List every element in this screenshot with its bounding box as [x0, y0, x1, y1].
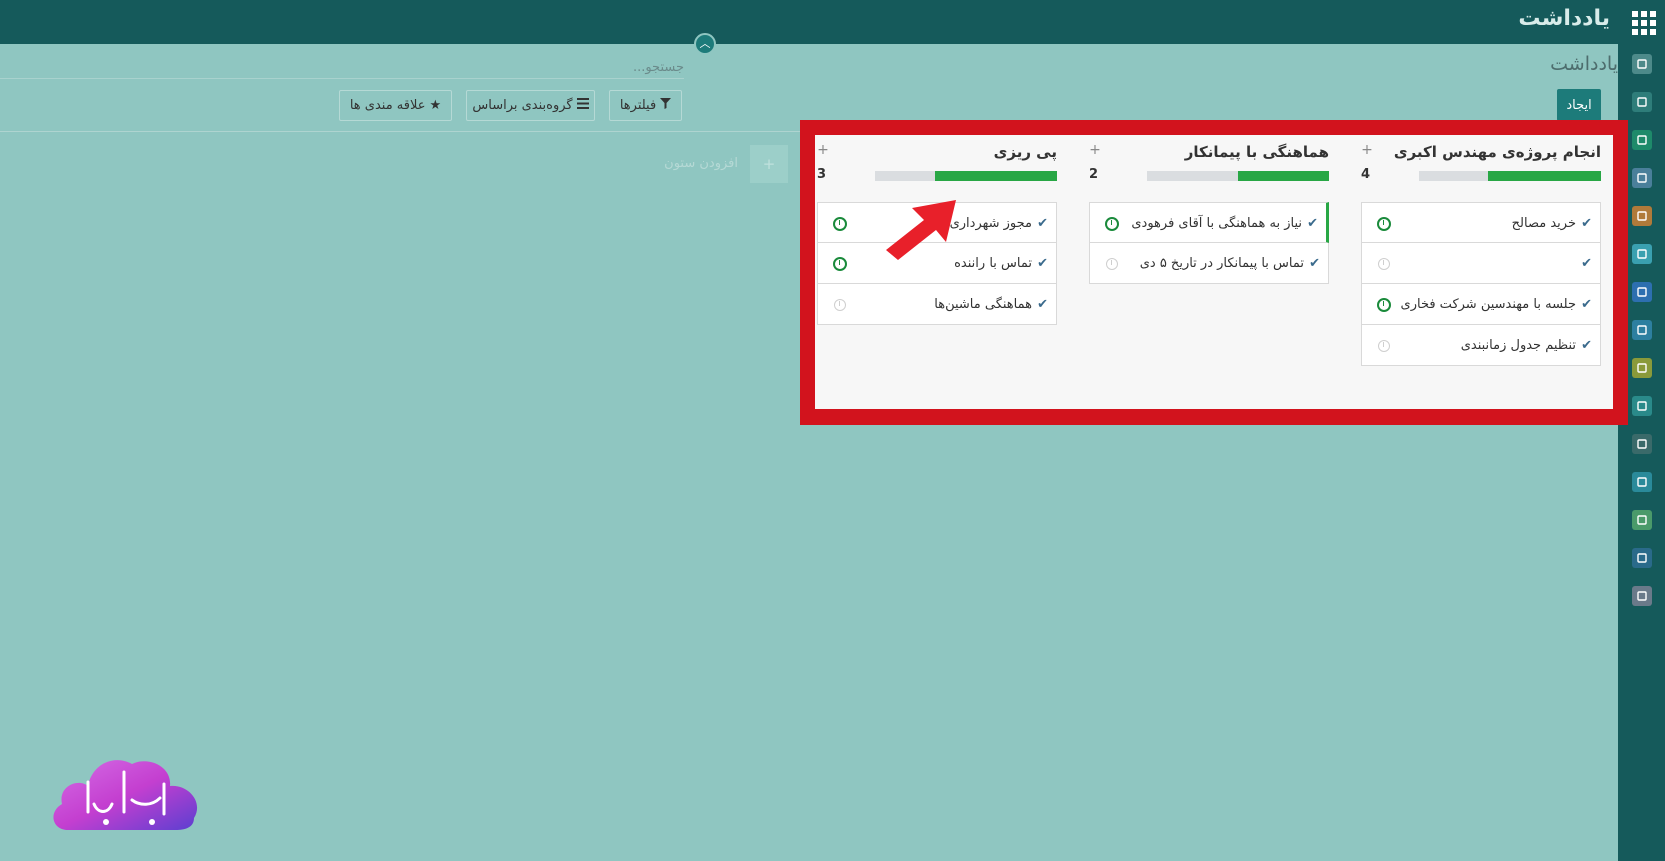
favorites-button[interactable]: ★ علاقه مندی ها	[339, 90, 452, 121]
column-count: 2	[1089, 167, 1099, 182]
favorites-label: علاقه مندی ها	[349, 98, 426, 113]
check-icon: ✔	[1037, 256, 1048, 271]
progress-fill	[1488, 171, 1601, 181]
pointer-arrow-icon	[886, 200, 956, 260]
card-list: ✔ نیاز به هماهنگی با آقای فرهودی ✔ تماس با …	[1089, 202, 1329, 284]
groupby-label: گروه‌بندی براساس	[472, 98, 573, 113]
filters-label: فیلترها	[619, 98, 657, 113]
card-title: جلسه با مهندسین شرکت فخاری	[1400, 297, 1576, 312]
website-icon[interactable]	[1632, 168, 1652, 188]
activity-clock-icon[interactable]	[1378, 340, 1390, 352]
kanban-card[interactable]: ✔ تنظیم جدول زمانبندی	[1361, 325, 1601, 366]
card-title: نیاز به هماهنگی با آقای فرهودی	[1131, 216, 1302, 231]
activity-clock-icon[interactable]	[1105, 217, 1119, 231]
search-input[interactable]	[0, 56, 684, 78]
card-title: تنظیم جدول زمانبندی	[1460, 338, 1576, 353]
kanban-card[interactable]: ✔ خرید مصالح	[1361, 202, 1601, 243]
activity-clock-icon[interactable]	[1106, 258, 1118, 270]
card-title: تماس با راننده	[954, 256, 1032, 271]
support-icon[interactable]	[1632, 244, 1652, 264]
card-title: مجوز شهرداری	[949, 216, 1032, 231]
search-underline	[0, 78, 684, 79]
list-icon[interactable]	[1632, 282, 1652, 302]
kanban-column: پی ریزی +3 ✔ مجوز شهرداری ✔ تماس با راننده ✔ هم…	[817, 135, 1057, 409]
column-progress-bar[interactable]	[875, 171, 1057, 181]
invoice-icon[interactable]	[1632, 358, 1652, 378]
timer-icon[interactable]	[1632, 434, 1652, 454]
kanban-card[interactable]: ✔ جلسه با مهندسین شرکت فخاری	[1361, 284, 1601, 325]
card-title: تماس با پیمانکار در تاریخ ۵ دی	[1139, 256, 1304, 271]
kanban-card[interactable]: ✔ تماس با پیمانکار در تاریخ ۵ دی	[1089, 243, 1329, 284]
add-column-button[interactable]: + افزودن ستون	[660, 145, 788, 183]
filters-button[interactable]: فیلترها	[609, 90, 682, 121]
kanban-board: انجام پروژه‌ی مهندس اکبری +4 ✔ خرید مصالح ✔ ✔…	[815, 135, 1613, 409]
kanban-card[interactable]: ✔ نیاز به هماهنگی با آقای فرهودی	[1089, 202, 1329, 243]
add-column-label: افزودن ستون	[664, 156, 738, 171]
quick-create-plus-icon[interactable]: +	[817, 142, 829, 158]
create-button[interactable]: ایجاد	[1557, 89, 1601, 121]
progress-fill	[935, 171, 1057, 181]
column-progress-bar[interactable]	[1147, 171, 1329, 181]
column-title[interactable]: هماهنگی با پیمانکار	[1185, 143, 1329, 161]
team-icon[interactable]	[1632, 472, 1652, 492]
column-count: 4	[1361, 167, 1371, 182]
activity-clock-icon[interactable]	[834, 299, 846, 311]
dashboard-icon[interactable]	[1632, 586, 1652, 606]
filter-icon	[660, 98, 672, 113]
activity-clock-icon[interactable]	[833, 217, 847, 231]
check-icon: ✔	[1037, 297, 1048, 312]
star-icon: ★	[429, 98, 442, 113]
documents-icon[interactable]	[1632, 320, 1652, 340]
activity-clock-icon[interactable]	[1378, 258, 1390, 270]
notes-icon[interactable]	[1632, 92, 1652, 112]
quick-create-plus-icon[interactable]: +	[1089, 142, 1101, 158]
progress-fill	[1238, 171, 1329, 181]
card-list: ✔ خرید مصالح ✔ ✔ جلسه با مهندسین شرکت فخاری ✔…	[1361, 202, 1601, 366]
contacts-icon[interactable]	[1632, 130, 1652, 150]
column-title[interactable]: پی ریزی	[994, 143, 1057, 161]
kanban-column: هماهنگی با پیمانکار +2 ✔ نیاز به هماهنگی با…	[1089, 135, 1329, 409]
apps-menu-icon[interactable]	[1631, 10, 1656, 35]
card-title: هماهنگی ماشین‌ها	[934, 297, 1032, 312]
payroll-icon[interactable]	[1632, 548, 1652, 568]
check-icon: ✔	[1581, 256, 1592, 271]
check-icon: ✔	[1581, 338, 1592, 353]
app-title: یادداشت	[1518, 6, 1610, 31]
page-title: یادداشت	[1550, 53, 1618, 75]
plus-icon: +	[750, 145, 788, 183]
kanban-card[interactable]: ✔	[1361, 243, 1601, 284]
activity-clock-icon[interactable]	[833, 257, 847, 271]
groupby-button[interactable]: گروه‌بندی براساس	[466, 90, 595, 121]
reports-icon[interactable]	[1632, 206, 1652, 226]
employees-icon[interactable]	[1632, 510, 1652, 530]
kanban-card[interactable]: ✔ هماهنگی ماشین‌ها	[817, 284, 1057, 325]
check-icon: ✔	[1581, 216, 1592, 231]
check-icon: ✔	[1037, 216, 1048, 231]
pamika-logo	[53, 760, 198, 830]
column-title[interactable]: انجام پروژه‌ی مهندس اکبری	[1394, 143, 1601, 161]
top-navbar: یادداشت	[0, 0, 1665, 44]
check-icon: ✔	[1581, 297, 1592, 312]
check-icon: ✔	[1307, 216, 1318, 231]
card-title: خرید مصالح	[1511, 216, 1576, 231]
check-icon: ✔	[1309, 256, 1320, 271]
chevron-up-icon: ︿	[699, 37, 711, 50]
column-count: 3	[817, 167, 827, 182]
activity-clock-icon[interactable]	[1377, 298, 1391, 312]
list-bars-icon	[576, 98, 589, 113]
collapse-search-toggle[interactable]: ︿	[694, 33, 716, 55]
quick-create-plus-icon[interactable]: +	[1361, 142, 1373, 158]
chat-icon[interactable]	[1632, 54, 1652, 74]
activity-clock-icon[interactable]	[1377, 217, 1391, 231]
column-progress-bar[interactable]	[1419, 171, 1601, 181]
kanban-column: انجام پروژه‌ی مهندس اکبری +4 ✔ خرید مصالح ✔ ✔…	[1361, 135, 1601, 409]
puzzle-icon[interactable]	[1632, 396, 1652, 416]
